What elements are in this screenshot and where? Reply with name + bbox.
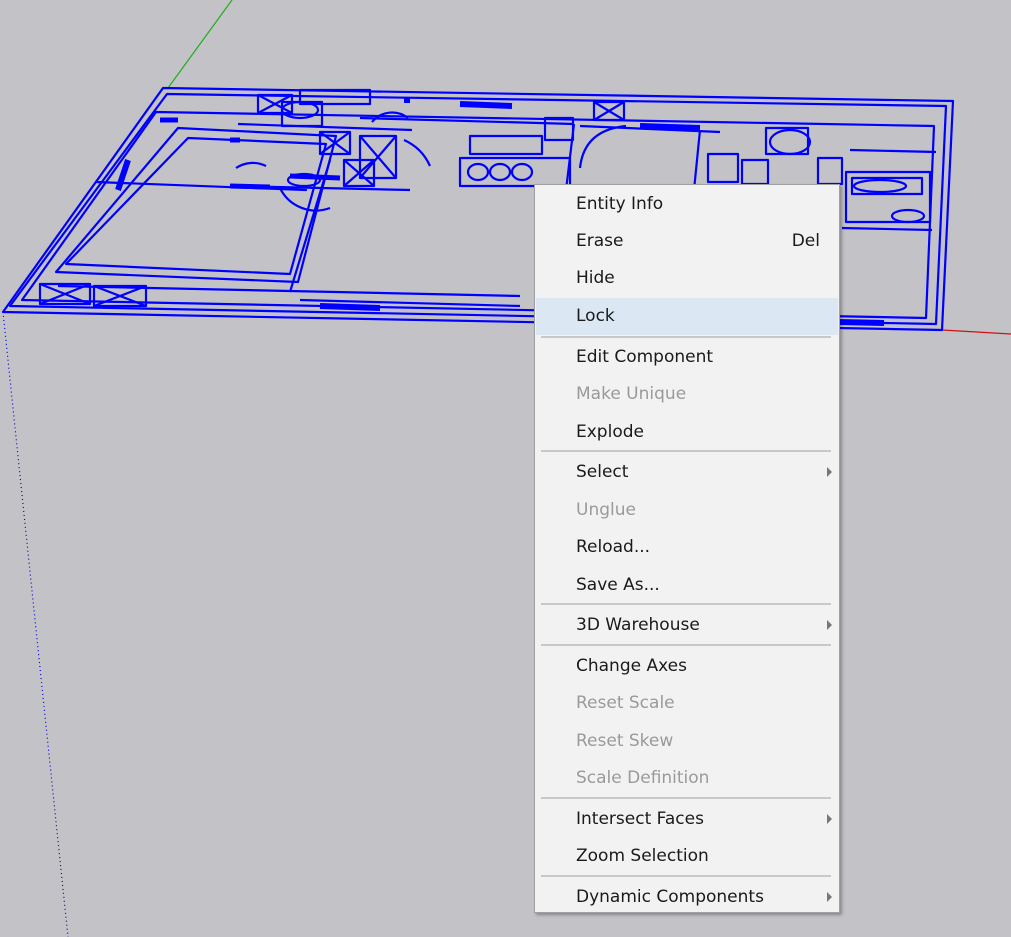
menu-item-scale-definition[interactable]: Scale Definition [536, 760, 838, 797]
menu-item-label: Change Axes [576, 656, 687, 676]
menu-item-label: 3D Warehouse [576, 615, 700, 635]
menu-item-label: Reset Skew [576, 731, 674, 751]
menu-item-dynamic-components[interactable]: Dynamic Components [536, 879, 838, 916]
blue-axis-dotted [2, 311, 69, 937]
menu-item-reset-skew[interactable]: Reset Skew [536, 723, 838, 760]
menu-item-label: Lock [576, 306, 615, 326]
menu-item-reset-scale[interactable]: Reset Scale [536, 685, 838, 722]
menu-item-label: Hide [576, 268, 615, 288]
menu-separator [541, 450, 831, 452]
menu-item-label: Scale Definition [576, 768, 710, 788]
menu-item-label: Intersect Faces [576, 809, 704, 829]
menu-item-label: Make Unique [576, 384, 687, 404]
menu-item-label: Edit Component [576, 347, 714, 367]
menu-item-label: Save As... [576, 575, 660, 595]
menu-item-make-unique[interactable]: Make Unique [536, 376, 838, 413]
menu-item-save-as[interactable]: Save As... [536, 567, 838, 604]
submenu-arrow-icon [827, 467, 832, 477]
menu-item-select[interactable]: Select [536, 454, 838, 491]
menu-item-hide[interactable]: Hide [536, 260, 838, 297]
menu-item-label: Reload... [576, 537, 651, 557]
menu-item-reload[interactable]: Reload... [536, 529, 838, 566]
submenu-arrow-icon [827, 892, 832, 902]
menu-item-edit-component[interactable]: Edit Component [536, 339, 838, 376]
submenu-arrow-icon [827, 814, 832, 824]
menu-item-label: Select [576, 462, 629, 482]
context-menu: Entity Info Erase Del Hide Lock Edit Comp… [534, 184, 840, 913]
menu-item-explode[interactable]: Explode [536, 414, 838, 451]
menu-separator [541, 336, 831, 338]
menu-item-unglue[interactable]: Unglue [536, 492, 838, 529]
menu-item-label: Explode [576, 422, 644, 442]
menu-item-label: Zoom Selection [576, 846, 709, 866]
menu-item-3d-warehouse[interactable]: 3D Warehouse [536, 607, 838, 644]
shortcut-label: Del [791, 231, 820, 251]
submenu-arrow-icon [827, 620, 832, 630]
menu-separator [541, 875, 831, 877]
menu-item-zoom-selection[interactable]: Zoom Selection [536, 838, 838, 875]
red-axis [941, 329, 1011, 335]
model-viewport[interactable] [0, 0, 1011, 937]
menu-item-erase[interactable]: Erase Del [536, 223, 838, 260]
menu-item-label: Entity Info [576, 194, 664, 214]
menu-item-label: Reset Scale [576, 693, 675, 713]
menu-separator [541, 644, 831, 646]
menu-item-lock[interactable]: Lock [536, 298, 838, 335]
menu-item-label: Erase [576, 231, 624, 251]
menu-item-entity-info[interactable]: Entity Info [536, 186, 838, 223]
menu-item-intersect-faces[interactable]: Intersect Faces [536, 801, 838, 838]
menu-item-label: Dynamic Components [576, 887, 764, 907]
menu-separator [541, 797, 831, 799]
green-axis [167, 0, 233, 89]
menu-item-label: Unglue [576, 500, 636, 520]
menu-separator [541, 603, 831, 605]
menu-item-change-axes[interactable]: Change Axes [536, 648, 838, 685]
